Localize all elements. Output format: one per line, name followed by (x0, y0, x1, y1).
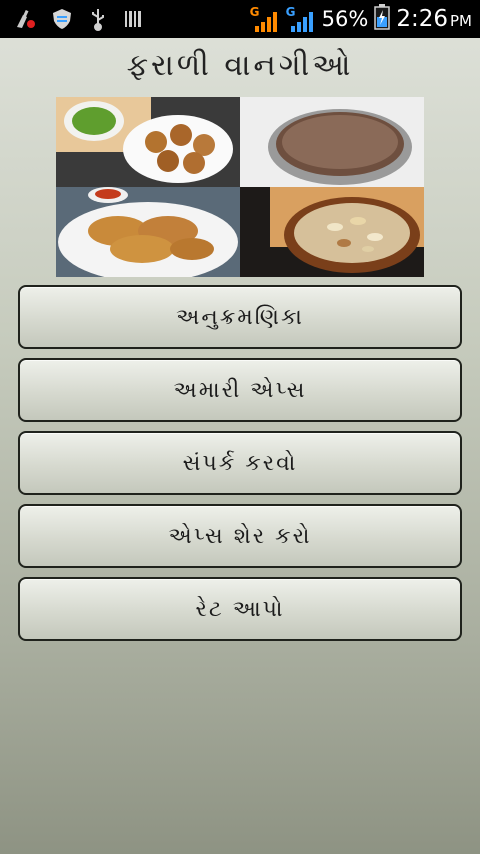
clock-time: 2:26 (396, 6, 448, 32)
clock-ampm: PM (450, 12, 472, 30)
notification-icons (14, 7, 146, 31)
clock: 2:26 PM (396, 6, 472, 32)
battery-percent: 56% (321, 7, 369, 31)
status-bar: G G 56% 2:26 PM (0, 0, 480, 38)
menu-button-rate[interactable]: રેટ આપો (18, 577, 462, 641)
menu-button-our-apps[interactable]: અમારી એપ્સ (18, 358, 462, 422)
page-title: ફરાળી વાનગીઓ (126, 48, 354, 83)
barcode-icon (122, 7, 146, 31)
signal-strength-icon: G (250, 5, 280, 33)
fried-patties-plate-image (56, 187, 240, 277)
menu-button-contact[interactable]: સંપર્ક કરવો (18, 431, 462, 495)
signal-strength-icon: G (286, 5, 316, 33)
menu-button-index[interactable]: અનુક્રમણિકા (18, 285, 462, 349)
menu-button-share-app[interactable]: એપ્સ શેર કરો (18, 504, 462, 568)
shield-icon (50, 7, 74, 31)
chutney-and-vada-plate-image (56, 97, 240, 187)
dry-fruit-dessert-bowl-image (240, 187, 424, 277)
cleaner-icon (14, 7, 38, 31)
battery-icon (374, 4, 391, 34)
cake-pan-image (240, 97, 424, 187)
system-indicators: G G 56% 2:26 PM (250, 0, 472, 38)
banner-image (56, 97, 424, 277)
usb-icon (86, 7, 110, 31)
